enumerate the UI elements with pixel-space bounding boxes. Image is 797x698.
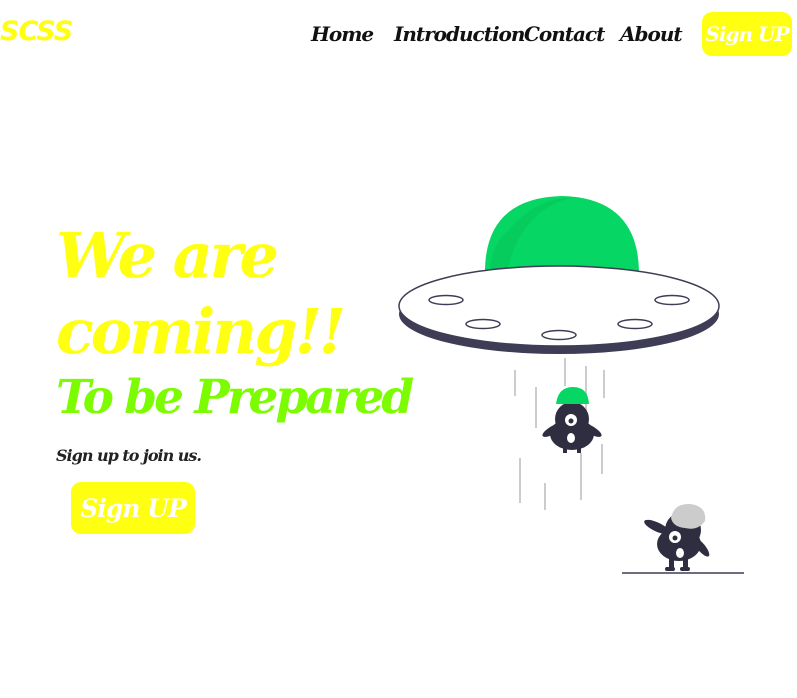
floating-monster-figure	[542, 387, 602, 453]
hero-caption: Sign up to join us.	[56, 446, 202, 465]
nav-contact-link[interactable]: Contact	[524, 22, 605, 46]
ufo-saucer-body	[398, 265, 720, 347]
nav-about-link[interactable]: About	[620, 22, 683, 46]
hero-subtitle: To be Prepared	[56, 370, 414, 425]
ufo-abduction-illustration	[398, 196, 744, 574]
hero-title: We are coming!!	[56, 219, 346, 368]
main-nav: Home Introduction Contact About	[0, 20, 797, 50]
hero-signup-button[interactable]: Sign UP	[71, 482, 195, 534]
nav-home-link[interactable]: Home	[311, 22, 374, 46]
ground-monster-figure	[644, 503, 710, 571]
nav-introduction-link[interactable]: Introduction	[394, 22, 525, 46]
header-signup-button[interactable]: Sign UP	[702, 12, 792, 56]
